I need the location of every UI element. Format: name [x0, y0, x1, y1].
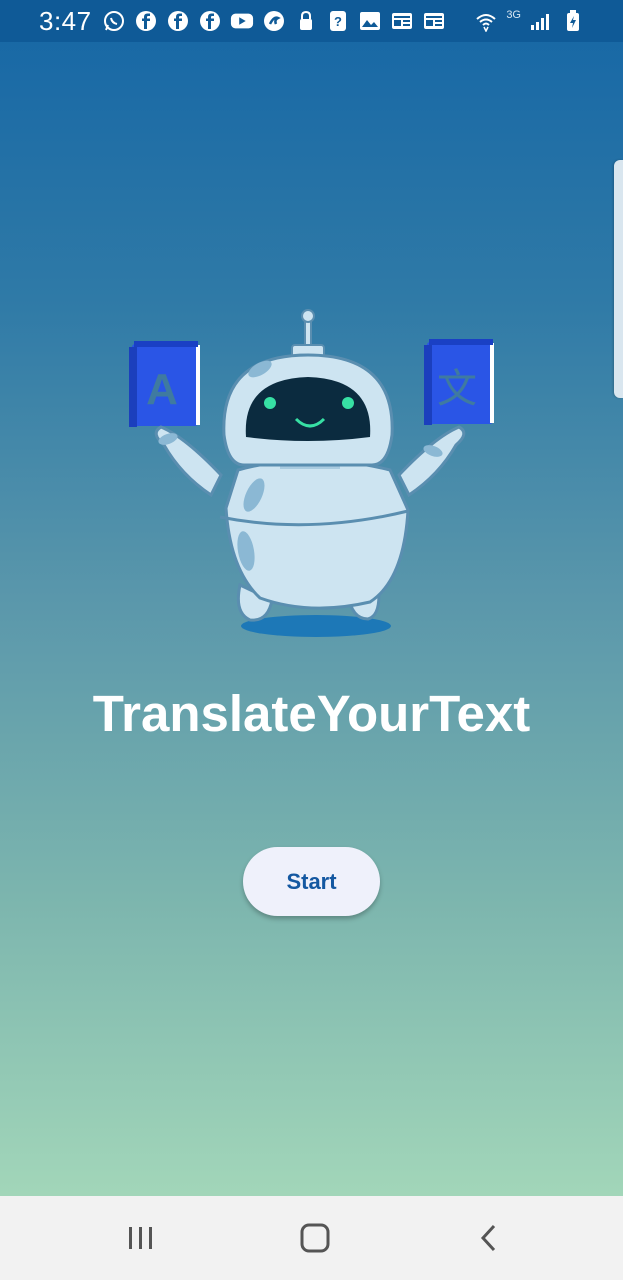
navigation-bar: [0, 1196, 623, 1280]
back-icon: [480, 1224, 496, 1252]
lock-icon: [294, 9, 318, 33]
recent-apps-icon: [129, 1227, 152, 1249]
system-status-icons: 3G: [474, 0, 585, 42]
youtube-icon: [230, 9, 254, 33]
wifi-icon: [474, 9, 498, 33]
start-button[interactable]: Start: [243, 847, 380, 916]
facebook-icon: [134, 9, 158, 33]
edge-panel-handle[interactable]: [614, 160, 623, 398]
facebook-icon: [166, 9, 190, 33]
whatsapp-icon: [102, 9, 126, 33]
help-icon: ?: [326, 9, 350, 33]
back-button[interactable]: [449, 1196, 529, 1280]
svg-text:?: ?: [334, 14, 342, 29]
battery-charging-icon: [561, 9, 585, 33]
home-icon: [300, 1223, 330, 1253]
right-book-icon: 文: [424, 339, 494, 425]
left-book-icon: A: [129, 341, 200, 427]
app-title: TranslateYourText: [92, 685, 531, 742]
left-book-glyph: A: [146, 365, 178, 414]
recent-apps-button[interactable]: [101, 1196, 181, 1280]
signal-icon: [529, 9, 553, 33]
network-type-label: 3G: [506, 9, 521, 21]
robot-translator-illustration: A 文: [129, 309, 494, 637]
image-icon: [358, 9, 382, 33]
news-icon: [390, 9, 414, 33]
status-bar: 3:47 ? 3G: [0, 0, 623, 42]
status-time: 3:47: [39, 5, 92, 36]
news-icon: [422, 9, 446, 33]
app-screen: 3:47 ? 3G A 文 TranslateYourText Start: [0, 0, 623, 1196]
app-icon: [262, 9, 286, 33]
right-book-glyph: 文: [437, 366, 477, 412]
facebook-icon: [198, 9, 222, 33]
home-button[interactable]: [275, 1196, 355, 1280]
notification-icons: ?: [102, 9, 446, 33]
